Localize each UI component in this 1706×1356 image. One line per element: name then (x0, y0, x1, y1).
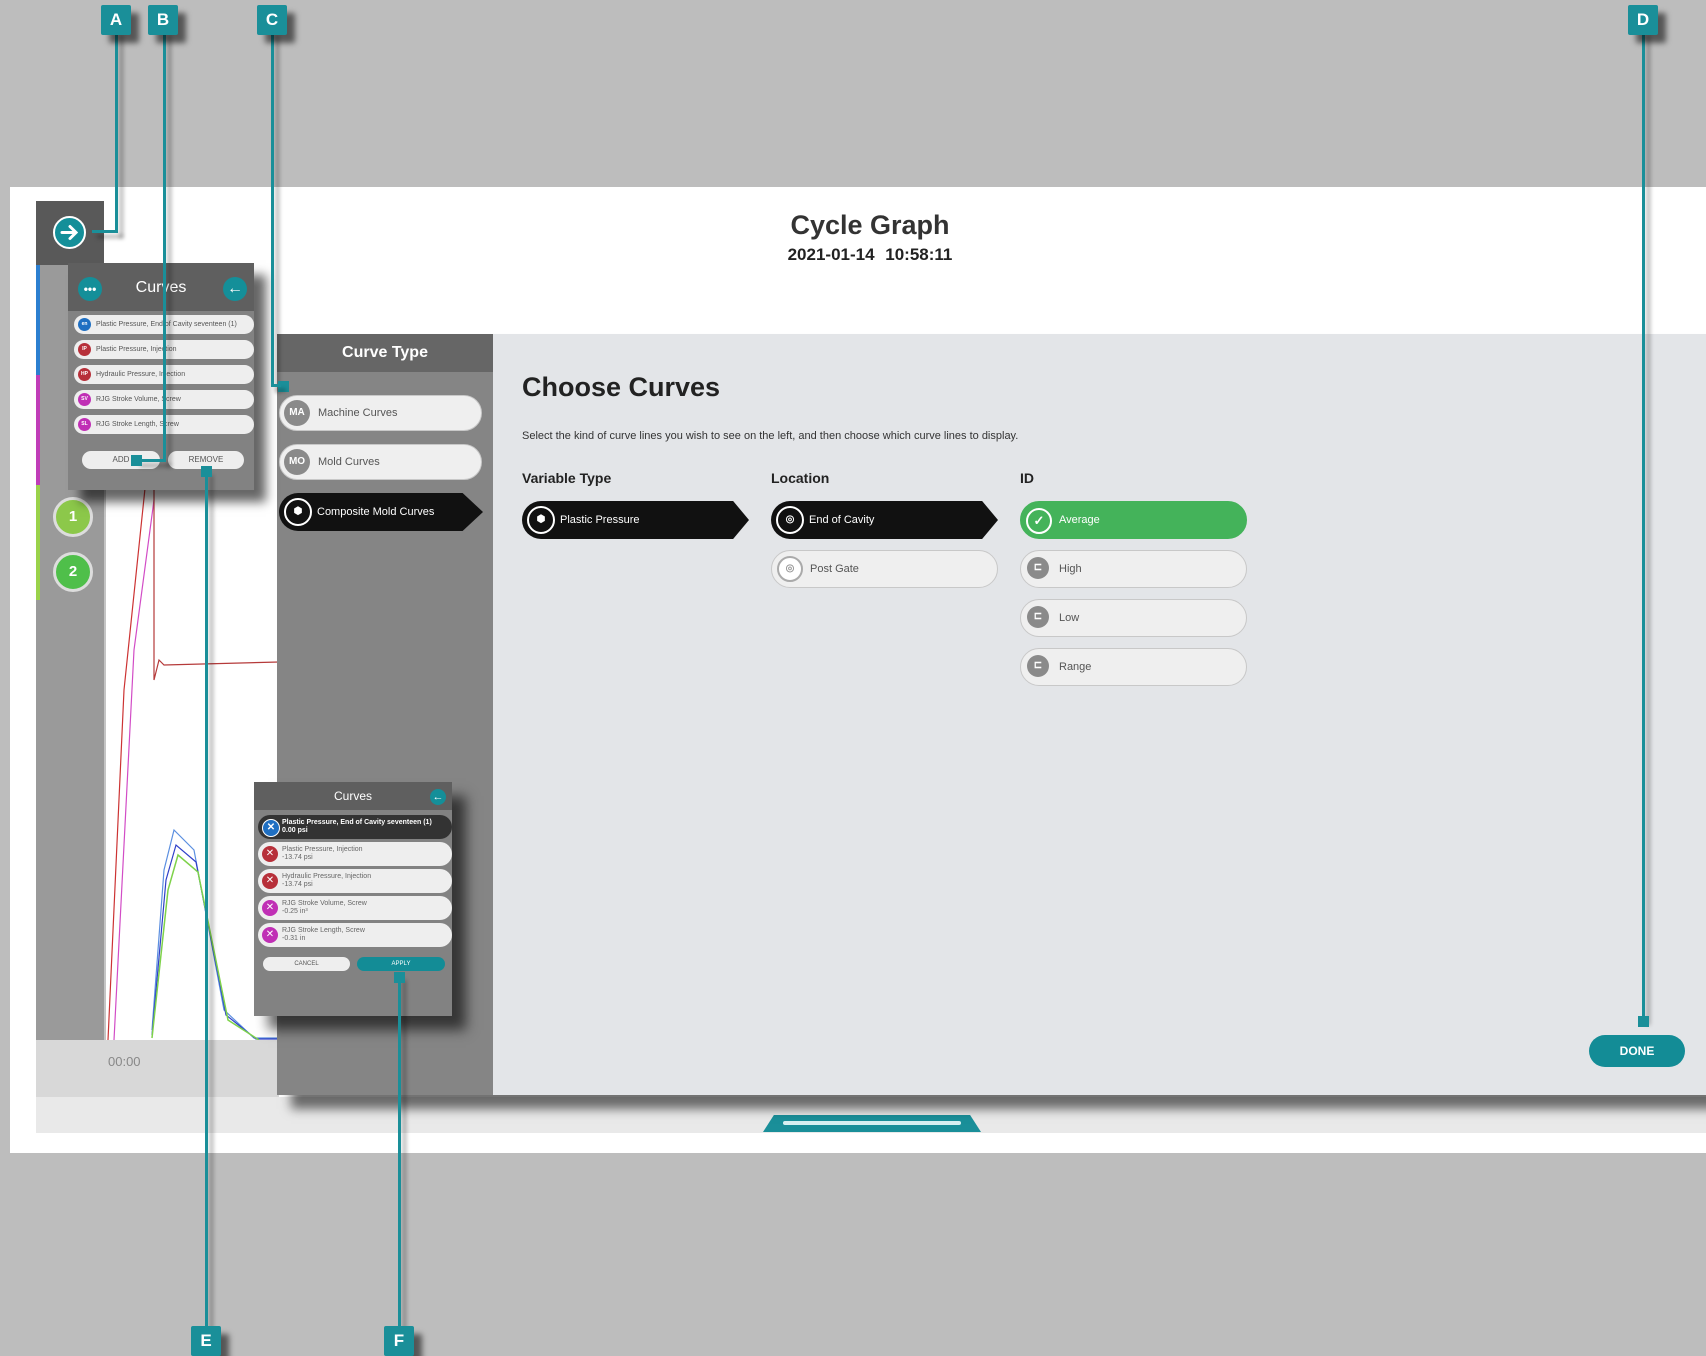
machine-curves-icon: MA (284, 400, 310, 426)
curve-icon: en (78, 318, 91, 331)
curve-label: RJG Stroke Length, Screw (282, 927, 365, 934)
remove-item-4[interactable]: ✕ RJG Stroke Length, Screw -0.31 in (258, 923, 452, 947)
curve-icon: HP (78, 368, 91, 381)
curve-value: -13.74 psi (282, 881, 313, 888)
graph-time-axis (36, 1040, 279, 1097)
sensor-icon: ⊏ (1027, 606, 1049, 628)
cancel-button[interactable]: CANCEL (263, 957, 350, 971)
check-icon: ✓ (1026, 508, 1052, 534)
variable-plastic-pressure[interactable]: ⬢ Plastic Pressure (522, 501, 749, 539)
location-end-of-cavity[interactable]: ◎ End of Cavity (771, 501, 998, 539)
option-label: End of Cavity (809, 514, 875, 526)
curve-label: Hydraulic Pressure, Injection (96, 371, 186, 378)
remove-x-icon: ✕ (262, 819, 280, 837)
choose-curves-description: Select the kind of curve lines you wish … (522, 430, 1019, 442)
curve-value: 0.00 psi (282, 827, 308, 834)
curve-icon: SV (78, 393, 91, 406)
remove-x-icon: ✕ (262, 873, 278, 889)
apply-button[interactable]: APPLY (357, 957, 445, 971)
remove-item-2[interactable]: ✕ Hydraulic Pressure, Injection -13.74 ps… (258, 869, 452, 893)
curve-label: Hydraulic Pressure, Injection (282, 873, 372, 880)
back-arrow-icon[interactable]: ← (223, 277, 247, 301)
callout-a: A (101, 5, 131, 35)
callout-c: C (257, 5, 287, 35)
curve-label: RJG Stroke Volume, Screw (96, 396, 181, 403)
location-post-gate[interactable]: ◎ Post Gate (771, 550, 998, 588)
remove-item-3[interactable]: ✕ RJG Stroke Volume, Screw -0.25 in³ (258, 896, 452, 920)
remove-x-icon: ✕ (262, 927, 278, 943)
curve-value: -0.25 in³ (282, 908, 308, 915)
remove-curves-title: Curves (333, 789, 372, 803)
curve-value: -13.74 psi (282, 854, 313, 861)
option-label: Machine Curves (318, 407, 398, 419)
sensor-icon: ⊏ (1027, 655, 1049, 677)
callout-b: B (148, 5, 178, 35)
rail-item-2[interactable]: 2 (53, 552, 93, 592)
variable-type-heading: Variable Type (522, 470, 612, 486)
callout-e: E (191, 1326, 221, 1356)
remove-item-1[interactable]: ✕ Plastic Pressure, Injection -13.74 psi (258, 842, 452, 866)
remove-x-icon: ✕ (262, 846, 278, 862)
option-label: Mold Curves (318, 456, 380, 468)
done-button[interactable]: DONE (1589, 1035, 1685, 1067)
id-average[interactable]: ✓ Average (1020, 501, 1247, 539)
id-heading: ID (1020, 470, 1034, 486)
composite-cube-icon: ⬢ (284, 498, 312, 526)
option-label: Post Gate (810, 563, 859, 575)
id-high[interactable]: ⊏ High (1020, 550, 1247, 588)
location-heading: Location (771, 470, 830, 486)
machine-curves-option[interactable]: MA Machine Curves (279, 395, 482, 431)
target-icon: ◎ (776, 506, 804, 534)
curve-icon: IP (78, 343, 91, 356)
option-label: Composite Mold Curves (317, 506, 435, 518)
time-axis-label: 00:00 (108, 1054, 141, 1069)
mold-curves-icon: MO (284, 449, 310, 475)
title-block: Cycle Graph 2021-01-14 10:58:11 (700, 210, 1040, 265)
mold-curves-option[interactable]: MO Mold Curves (279, 444, 482, 480)
curve-label: RJG Stroke Volume, Screw (282, 900, 367, 907)
curve-label: Plastic Pressure, Injection (282, 846, 363, 853)
window-datetime: 2021-01-14 10:58:11 (787, 245, 953, 264)
option-label: Average (1059, 514, 1100, 526)
curve-plot (104, 449, 280, 1041)
graph-area (104, 449, 280, 1041)
remove-item-0[interactable]: ✕ Plastic Pressure, End of Cavity sevent… (258, 815, 452, 839)
expand-arrow-icon[interactable] (53, 216, 86, 249)
rail-item-1[interactable]: 1 (53, 497, 93, 537)
curve-label: Plastic Pressure, End of Cavity seventee… (96, 321, 237, 328)
id-low[interactable]: ⊏ Low (1020, 599, 1247, 637)
id-range[interactable]: ⊏ Range (1020, 648, 1247, 686)
remove-x-icon: ✕ (262, 900, 278, 916)
cube-icon: ⬢ (527, 506, 555, 534)
option-label: High (1059, 563, 1082, 575)
curve-icon: SL (78, 418, 91, 431)
window-title: Cycle Graph (790, 210, 950, 240)
curve-type-header: Curve Type (277, 334, 493, 372)
option-label: Low (1059, 612, 1080, 624)
drawer-handle-grip (783, 1121, 961, 1125)
composite-mold-curves-option[interactable]: ⬢ Composite Mold Curves (279, 493, 483, 531)
choose-curves-title: Choose Curves (522, 372, 721, 402)
back-arrow-icon[interactable]: ← (430, 789, 446, 805)
sensor-icon: ⊏ (1027, 557, 1049, 579)
curve-label: Plastic Pressure, End of Cavity seventee… (282, 819, 432, 826)
callout-d: D (1628, 5, 1658, 35)
option-label: Range (1059, 661, 1092, 673)
callout-f: F (384, 1326, 414, 1356)
target-icon: ◎ (777, 556, 803, 582)
curve-label: RJG Stroke Length, Screw (96, 421, 179, 428)
option-label: Plastic Pressure (560, 514, 640, 526)
curve-value: -0.31 in (282, 935, 306, 942)
